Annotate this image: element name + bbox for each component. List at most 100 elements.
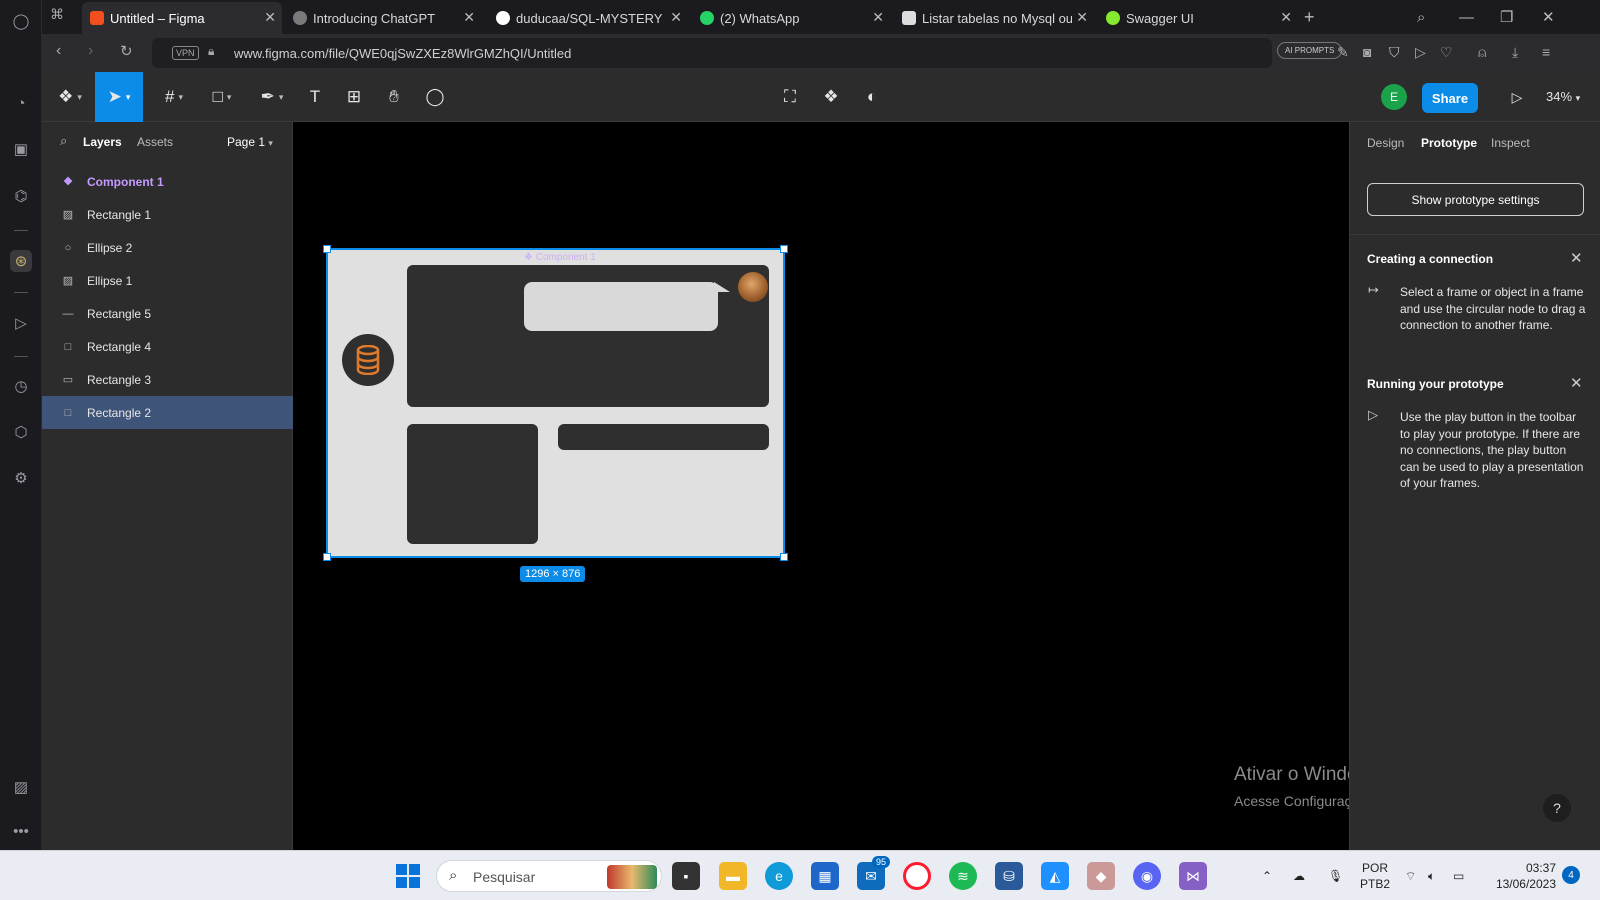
shield-icon[interactable]: ⛉	[1389, 44, 1400, 61]
close-icon[interactable]: ✕	[264, 9, 276, 26]
opera-icon[interactable]	[903, 862, 931, 890]
tab-mysql[interactable]: Listar tabelas no Mysql ou ✕	[894, 2, 1094, 34]
chat-bubble[interactable]	[524, 282, 718, 331]
edge-icon[interactable]: e	[765, 862, 793, 890]
tab-inspect[interactable]: Inspect	[1491, 136, 1530, 150]
battery-icon[interactable]: ▭	[1453, 851, 1464, 900]
present-button[interactable]: ▷	[1502, 72, 1532, 122]
mask-button[interactable]: ◐	[857, 72, 887, 122]
player-icon[interactable]: ▷	[10, 312, 32, 334]
layer-item[interactable]: — Rectangle 5	[42, 297, 293, 330]
opera-logo-icon[interactable]: ◯	[10, 10, 32, 32]
show-prototype-settings-button[interactable]: Show prototype settings	[1367, 183, 1584, 216]
text-tool-button[interactable]: T	[300, 72, 330, 122]
comment-tool-button[interactable]: ◯	[420, 72, 450, 122]
profile-icon[interactable]: ⍝	[1478, 44, 1486, 61]
resize-handle[interactable]	[323, 553, 331, 561]
tab-assets[interactable]: Assets	[137, 135, 173, 149]
aria-icon[interactable]: ⌬	[10, 185, 32, 207]
restore-icon[interactable]: ❐	[1500, 0, 1513, 34]
discord-icon[interactable]: ◉	[1133, 862, 1161, 890]
forward-icon[interactable]: ›	[88, 42, 93, 60]
page-selector[interactable]: Page 1 ▾	[227, 135, 273, 149]
tab-menu-icon[interactable]: ⌘	[50, 6, 64, 23]
tray-overflow-icon[interactable]: ⌃	[1262, 851, 1272, 900]
close-icon[interactable]: ✕	[1280, 9, 1292, 26]
url-text[interactable]: www.figma.com/file/QWE0qjSwZXEz8WlrGMZhQ…	[234, 46, 571, 61]
new-tab-plus-icon[interactable]: +	[1304, 0, 1315, 34]
window-close-icon[interactable]: ✕	[1542, 0, 1555, 34]
send-icon[interactable]: ▷	[1415, 44, 1426, 61]
address-bar[interactable]: VPN 🔒︎ www.figma.com/file/QWE0qjSwZXEz8W…	[152, 38, 1272, 68]
pen-tool-button[interactable]: ✒ ▾	[252, 72, 292, 122]
heart-icon[interactable]: ♡	[1440, 44, 1453, 61]
hand-tool-button[interactable]: ✋︎	[379, 72, 409, 122]
task-view-icon[interactable]: ▪	[672, 862, 700, 890]
resize-handle[interactable]	[780, 553, 788, 561]
spotify-icon[interactable]: ≋	[949, 862, 977, 890]
file-explorer-icon[interactable]: ▬	[719, 862, 747, 890]
vpn-badge[interactable]: VPN	[172, 46, 199, 60]
component-label[interactable]: ❖ Component 1	[524, 252, 596, 263]
visual-studio-icon[interactable]: ⋈	[1179, 862, 1207, 890]
frame-tool-button[interactable]: # ▾	[154, 72, 194, 122]
tab-swagger[interactable]: Swagger UI ✕	[1098, 2, 1298, 34]
onedrive-icon[interactable]: ☁	[1293, 851, 1305, 900]
lock-icon[interactable]: 🔒︎	[208, 44, 214, 59]
speed-dial-icon[interactable]: ◔	[10, 92, 32, 114]
ai-prompts-button[interactable]: AI PROMPTS	[1277, 42, 1343, 59]
resize-handle[interactable]	[780, 245, 788, 253]
close-icon[interactable]: ✕	[1570, 374, 1583, 392]
easy-setup-icon[interactable]: ≡	[1542, 44, 1550, 60]
tab-design[interactable]: Design	[1367, 136, 1404, 150]
bag-icon[interactable]: ▣	[10, 138, 32, 160]
taskbar-search[interactable]: ⌕ Pesquisar	[436, 860, 662, 892]
layer-item[interactable]: ▨ Ellipse 1	[42, 264, 293, 297]
design-canvas[interactable]: ❖ Component 1 1296 × 876 Ativar o Window…	[294, 122, 1520, 850]
frame-selection-button[interactable]: ⛶	[775, 72, 805, 122]
mysql-workbench-icon[interactable]: ⛁	[995, 862, 1023, 890]
main-menu-button[interactable]: ❖ ▾	[50, 72, 90, 122]
rectangle-3[interactable]	[558, 424, 769, 450]
history-icon[interactable]: ◷	[10, 375, 32, 397]
rectangle-4[interactable]	[407, 424, 538, 544]
layer-item-selected[interactable]: □ Rectangle 2	[42, 396, 293, 429]
volume-icon[interactable]: 🔈︎	[1428, 851, 1435, 900]
windows-start-icon[interactable]	[394, 862, 422, 890]
notification-badge[interactable]: 4	[1562, 866, 1580, 884]
tab-layers[interactable]: Layers	[83, 135, 122, 149]
box-icon[interactable]: ⬡	[10, 421, 32, 443]
ellipse-1-avatar[interactable]	[738, 272, 768, 302]
zoom-dropdown[interactable]: 34% ▾	[1546, 89, 1580, 104]
user-avatar[interactable]: E	[1381, 84, 1407, 110]
download-icon[interactable]: ⤓	[1512, 44, 1518, 61]
component-frame[interactable]: ❖ Component 1	[323, 245, 788, 561]
close-icon[interactable]: ✕	[1570, 249, 1583, 267]
resize-handle[interactable]	[323, 245, 331, 253]
reload-icon[interactable]: ↻	[120, 42, 133, 60]
wifi-icon[interactable]: ⌔	[1405, 851, 1416, 900]
layer-item[interactable]: □ Rectangle 4	[42, 330, 293, 363]
tab-chatgpt[interactable]: Introducing ChatGPT ✕	[285, 2, 481, 34]
edit-icon[interactable]: ✎	[1337, 44, 1349, 61]
back-icon[interactable]: ‹	[56, 42, 61, 60]
shape-tool-button[interactable]: □ ▾	[202, 72, 242, 122]
photos-icon[interactable]: ◭	[1041, 862, 1069, 890]
more-dots-icon[interactable]: •••	[10, 820, 32, 842]
search-icon[interactable]: ⌕	[60, 133, 67, 149]
component-button[interactable]: ❖	[816, 72, 846, 122]
close-icon[interactable]: ✕	[670, 9, 682, 26]
input-language[interactable]: POR PTB2	[1360, 860, 1390, 892]
layer-item[interactable]: ▭ Rectangle 3	[42, 363, 293, 396]
image-gallery-icon[interactable]: ▨	[10, 776, 32, 798]
resources-button[interactable]: ⊞	[339, 72, 369, 122]
move-tool-button[interactable]: ➤ ▾	[95, 72, 143, 122]
share-button[interactable]: Share	[1422, 83, 1478, 113]
tab-github[interactable]: duducaa/SQL-MYSTERY at ✕	[488, 2, 688, 34]
figma-app-icon[interactable]: ◆	[1087, 862, 1115, 890]
chatgpt-icon[interactable]: ⊛	[10, 250, 32, 272]
ellipse-2[interactable]	[342, 334, 394, 386]
close-icon[interactable]: ✕	[1076, 9, 1088, 26]
tab-figma[interactable]: Untitled – Figma ✕	[82, 2, 282, 34]
close-icon[interactable]: ✕	[872, 9, 884, 26]
